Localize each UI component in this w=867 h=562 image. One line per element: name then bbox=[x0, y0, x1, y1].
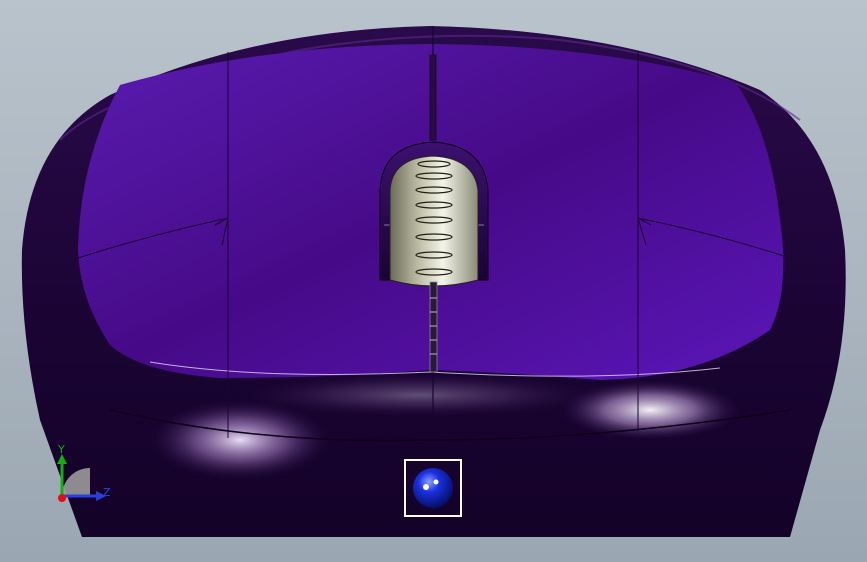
z-axis-label: Z bbox=[103, 486, 111, 499]
sphere-icon bbox=[413, 468, 453, 508]
sphere-marker-button[interactable] bbox=[404, 459, 462, 517]
scroll-wheel bbox=[389, 155, 479, 287]
triad-plane bbox=[62, 468, 90, 496]
y-axis-label: Y bbox=[58, 443, 65, 456]
origin-point bbox=[58, 494, 66, 502]
graphics-viewport[interactable]: Y Z bbox=[0, 0, 867, 562]
